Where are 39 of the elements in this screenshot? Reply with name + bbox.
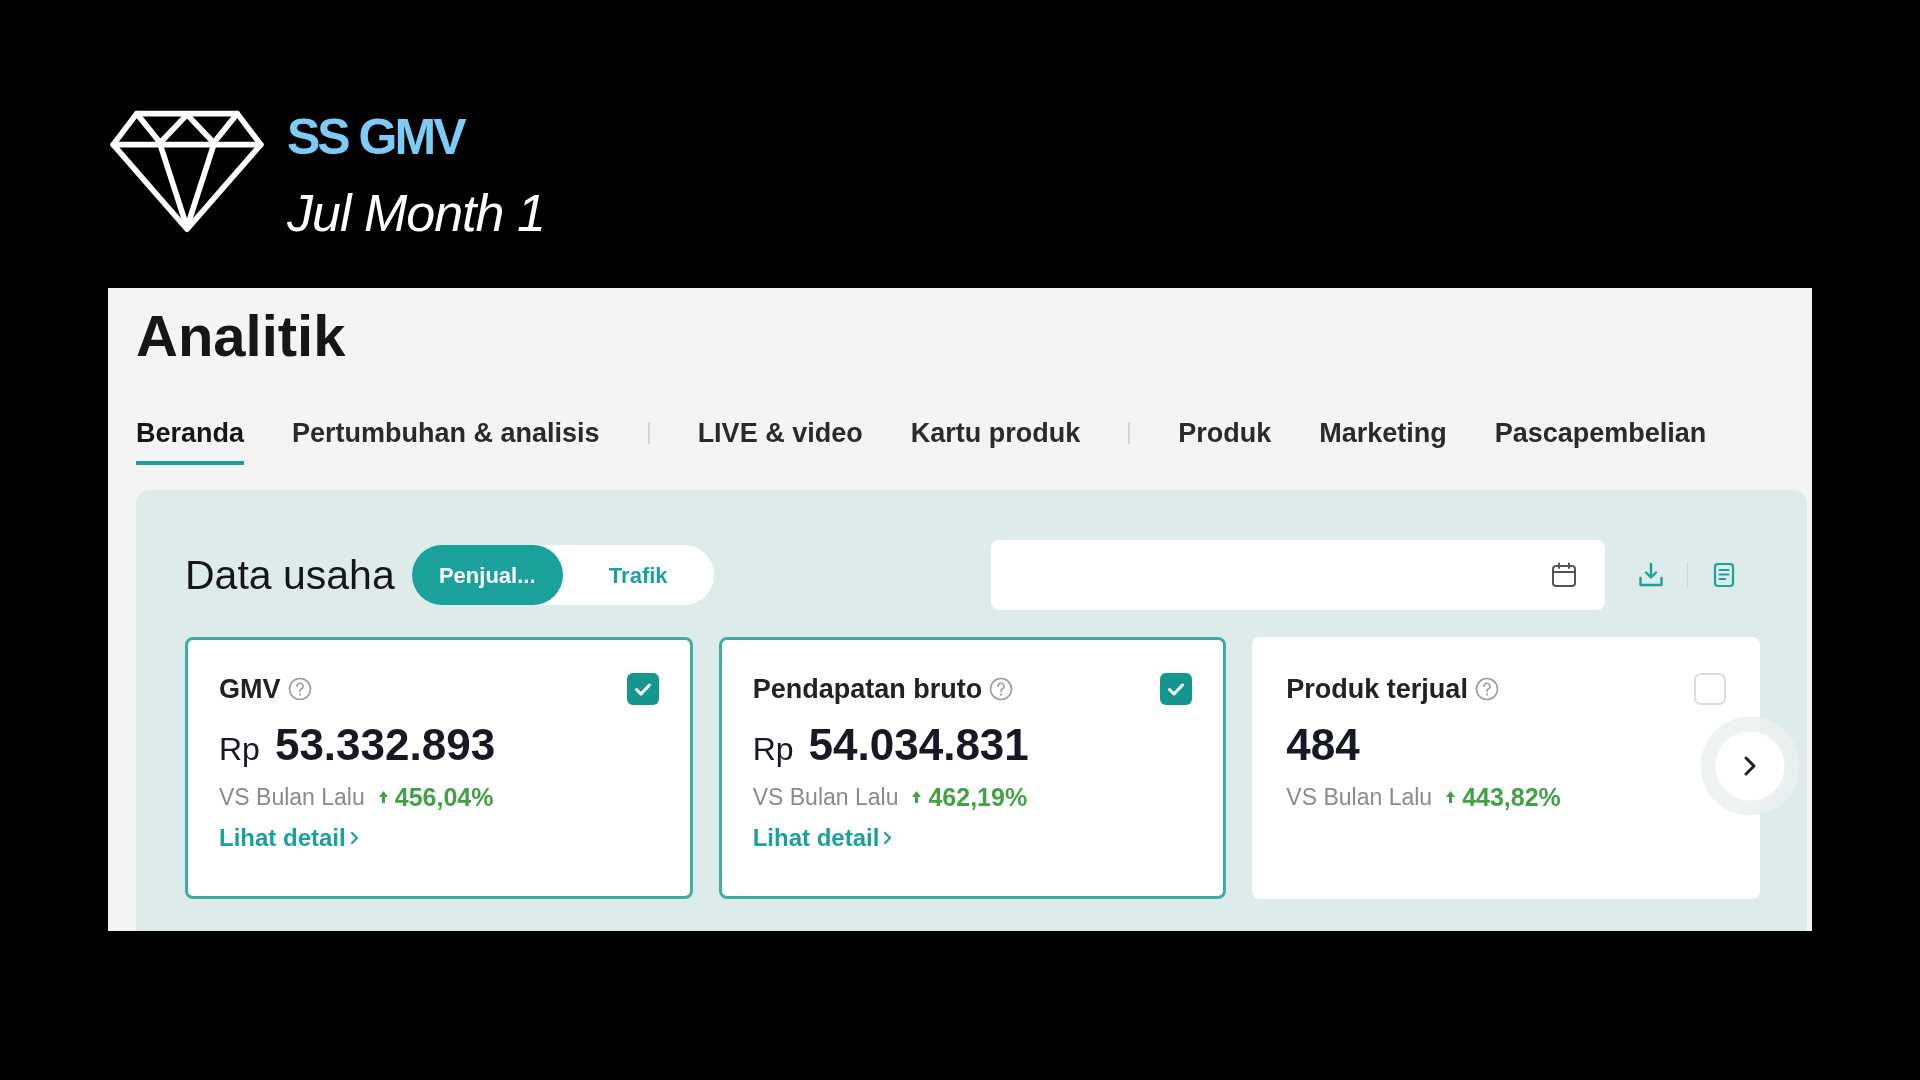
brand-subtitle: Jul Month 1 bbox=[287, 187, 545, 239]
tab[interactable]: Produk bbox=[1178, 417, 1272, 465]
metric-value: 53.332.893 bbox=[274, 721, 496, 769]
comparison-label: VS Bulan Lalu bbox=[1286, 783, 1433, 812]
metric-title: Produk terjual bbox=[1286, 673, 1468, 705]
comparison-label: VS Bulan Lalu bbox=[219, 783, 365, 812]
help-icon bbox=[989, 677, 1014, 701]
chevron-right-icon bbox=[349, 831, 359, 845]
date-field[interactable] bbox=[991, 540, 1605, 610]
metric-title: Pendapatan bruto bbox=[752, 673, 983, 705]
chevron-right-icon bbox=[883, 831, 893, 845]
brand-title: SS GMV bbox=[287, 112, 464, 162]
tab[interactable]: Pascapembelian bbox=[1494, 417, 1707, 465]
help-icon bbox=[1474, 677, 1499, 701]
page-title: Analitik bbox=[136, 302, 346, 370]
tab[interactable]: LIVE & video bbox=[697, 417, 863, 465]
currency-label: Rp bbox=[752, 730, 794, 769]
checkbox[interactable] bbox=[1160, 673, 1193, 705]
tab[interactable]: Beranda bbox=[136, 417, 245, 465]
diamond-icon bbox=[108, 108, 266, 233]
download-icon[interactable] bbox=[1638, 562, 1664, 588]
comparison-label: VS Bulan Lalu bbox=[752, 783, 899, 812]
checkbox[interactable] bbox=[626, 673, 659, 705]
section-title: Data usaha bbox=[185, 551, 395, 600]
metric-value: 54.034.831 bbox=[808, 721, 1029, 769]
checkbox[interactable] bbox=[1694, 673, 1726, 705]
metric-title: GMV bbox=[219, 673, 281, 705]
chevron-right-icon bbox=[1743, 755, 1757, 777]
metric-value: 484 bbox=[1286, 721, 1360, 769]
tab[interactable]: Marketing bbox=[1319, 417, 1447, 465]
tab[interactable]: Kartu produk bbox=[910, 417, 1081, 465]
change-value: 462,19% bbox=[928, 782, 1028, 812]
tab[interactable]: Pertumbuhan & analisis bbox=[292, 417, 600, 465]
help-icon bbox=[287, 677, 312, 701]
currency-label: Rp bbox=[219, 730, 260, 769]
change-value: 443,82% bbox=[1462, 782, 1561, 812]
change-value: 456,04% bbox=[394, 782, 494, 812]
calendar-icon bbox=[1551, 562, 1577, 588]
report-icon[interactable] bbox=[1711, 562, 1737, 588]
